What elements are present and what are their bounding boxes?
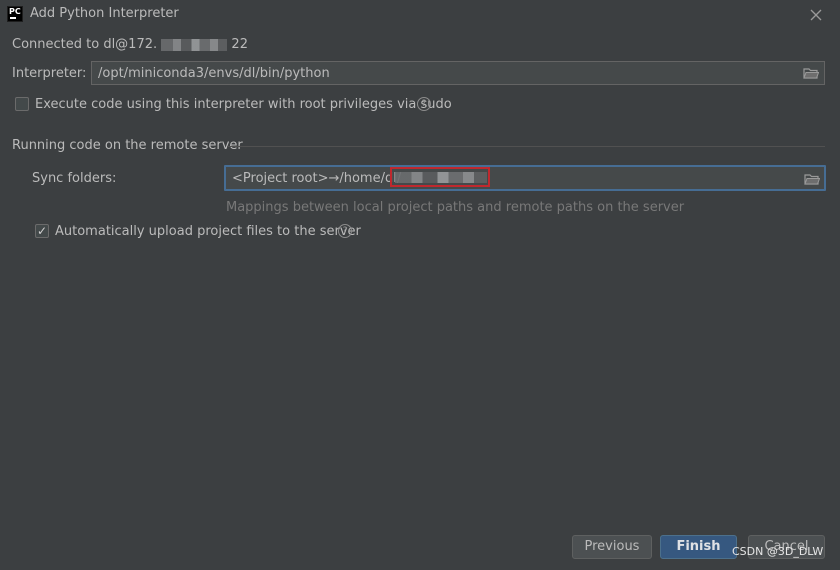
- sudo-checkbox[interactable]: [15, 97, 29, 111]
- remote-section-title: Running code on the remote server: [12, 138, 243, 153]
- title-bar[interactable]: PC Add Python Interpreter: [0, 0, 840, 30]
- section-divider: [227, 146, 825, 147]
- sync-folders-field[interactable]: <Project root>→/home/dl/: [224, 165, 826, 191]
- folder-icon: [804, 174, 821, 185]
- checkmark-icon: ✓: [37, 224, 48, 238]
- sync-folders-value: <Project root>→/home/dl/: [232, 171, 402, 186]
- close-icon: [810, 9, 822, 21]
- interpreter-label: Interpreter:: [12, 66, 87, 81]
- interpreter-path-value: /opt/miniconda3/envs/dl/bin/python: [98, 66, 330, 81]
- help-icon[interactable]: ?: [338, 224, 352, 238]
- dialog-title: Add Python Interpreter: [30, 6, 179, 21]
- browse-interpreter-button[interactable]: [803, 66, 820, 80]
- watermark: CSDN @3D_DLW: [732, 545, 824, 558]
- browse-sync-folders-button[interactable]: [804, 172, 821, 186]
- help-icon[interactable]: ?: [417, 97, 431, 111]
- interpreter-path-field[interactable]: /opt/miniconda3/envs/dl/bin/python: [91, 61, 825, 85]
- connection-suffix: 22: [231, 37, 248, 52]
- redacted-path: [395, 172, 487, 183]
- auto-upload-label[interactable]: Automatically upload project files to th…: [55, 224, 361, 239]
- auto-upload-checkbox[interactable]: ✓: [35, 224, 49, 238]
- previous-button[interactable]: Previous: [572, 535, 652, 559]
- redaction-highlight: [390, 167, 490, 187]
- add-python-interpreter-dialog: PC Add Python Interpreter Connected to d…: [0, 0, 840, 570]
- connection-prefix: Connected to dl@172.: [12, 37, 158, 52]
- close-button[interactable]: [806, 5, 826, 25]
- connection-status: Connected to dl@172. 22: [12, 37, 248, 52]
- sudo-checkbox-label[interactable]: Execute code using this interpreter with…: [35, 97, 452, 112]
- sync-folders-hint: Mappings between local project paths and…: [226, 200, 685, 215]
- pycharm-icon: PC: [7, 6, 23, 22]
- sync-folders-label: Sync folders:: [32, 171, 117, 186]
- redacted-ip: [161, 38, 228, 51]
- folder-icon: [803, 68, 820, 79]
- finish-button[interactable]: Finish: [660, 535, 737, 559]
